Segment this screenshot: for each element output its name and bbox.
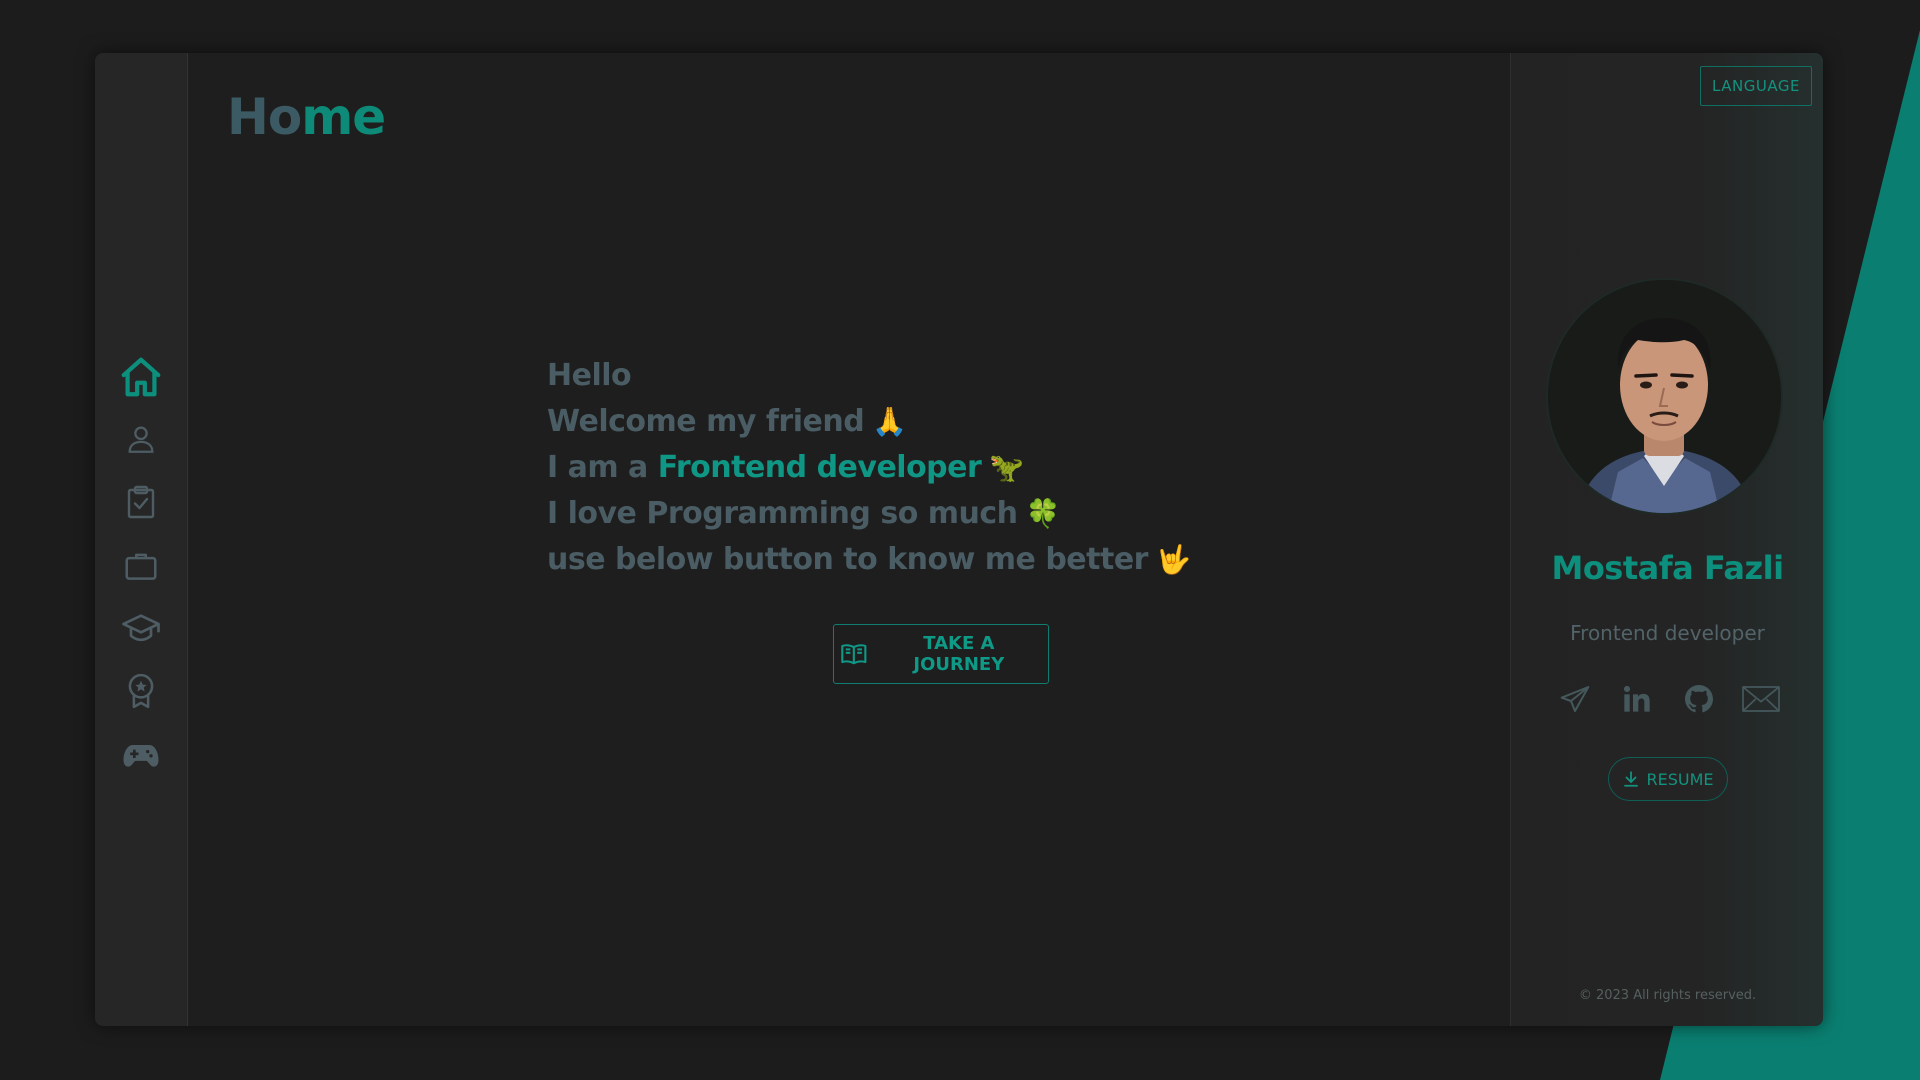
- email-link[interactable]: [1739, 677, 1783, 721]
- intro-line-love: I love Programming so much 🍀: [547, 491, 1307, 537]
- award-icon: [128, 673, 154, 709]
- sidebar: [95, 53, 188, 1026]
- sidebar-item-home[interactable]: [113, 349, 169, 405]
- github-link[interactable]: [1677, 677, 1721, 721]
- profile-panel: LANGUAGE Mostafa Fazli Frontend develope…: [1510, 53, 1823, 1026]
- sidebar-item-about[interactable]: [113, 411, 169, 467]
- home-icon: [121, 357, 161, 397]
- mail-icon: [1742, 686, 1780, 712]
- linkedin-icon: [1623, 685, 1650, 712]
- briefcase-icon: [125, 553, 157, 580]
- sidebar-item-portfolio[interactable]: [113, 538, 169, 594]
- sidebar-item-certificates[interactable]: [113, 663, 169, 719]
- intro-role-prefix: I am a: [547, 450, 648, 485]
- page: Home Hello Welcome my friend 🙏 I am a Fro…: [0, 0, 1920, 1080]
- language-button[interactable]: LANGUAGE: [1700, 66, 1812, 106]
- download-icon: [1624, 771, 1639, 787]
- page-title: Home: [227, 87, 386, 147]
- resume-label: RESUME: [1646, 769, 1714, 789]
- take-a-journey-label: TAKE A JOURNEY: [913, 633, 1005, 675]
- sidebar-item-skills[interactable]: [113, 474, 169, 530]
- intro-hello-text: Hello: [547, 358, 632, 393]
- github-icon: [1685, 685, 1713, 713]
- clipboard-check-icon: [127, 485, 155, 519]
- intro-line-cta: use below button to know me better 🤟: [547, 537, 1307, 583]
- love-you-gesture-emoji: 🤟: [1155, 543, 1191, 576]
- dinosaur-emoji: 🦖: [989, 451, 1024, 484]
- gamepad-icon: [123, 745, 159, 767]
- sidebar-item-education[interactable]: [113, 601, 169, 657]
- sidebar-item-games[interactable]: [113, 727, 169, 783]
- intro-line-hello: Hello: [547, 353, 1307, 399]
- copyright-text: © 2023 All rights reserved.: [1578, 988, 1757, 1003]
- clover-emoji: 🍀: [1025, 497, 1061, 530]
- telegram-link[interactable]: [1553, 677, 1597, 721]
- intro-cta-text: use below button to know me better: [547, 542, 1148, 577]
- resume-download-button[interactable]: RESUME: [1608, 757, 1728, 801]
- profile-name: Mostafa Fazli: [1551, 549, 1784, 587]
- intro-welcome-text: Welcome my friend: [547, 404, 865, 439]
- praying-hands-emoji: 🙏: [872, 405, 907, 438]
- avatar: [1548, 280, 1781, 513]
- linkedin-link[interactable]: [1615, 677, 1659, 721]
- intro-line-role: I am a Frontend developer 🦖: [547, 445, 1307, 491]
- page-title-part-2: me: [301, 88, 386, 146]
- user-icon: [128, 426, 154, 453]
- profile-photo: [1548, 280, 1781, 513]
- intro-love-text: I love Programming so much: [547, 496, 1018, 531]
- telegram-icon: [1560, 686, 1590, 712]
- main-content: Home Hello Welcome my friend 🙏 I am a Fro…: [188, 53, 1510, 1026]
- profile-role: Frontend developer: [1570, 621, 1765, 645]
- intro-line-welcome: Welcome my friend 🙏: [547, 399, 1307, 445]
- page-title-part-1: Ho: [227, 88, 302, 146]
- graduation-cap-icon: [122, 614, 160, 642]
- social-links: [1553, 677, 1783, 721]
- open-book-icon: [841, 644, 867, 665]
- take-a-journey-button[interactable]: TAKE A JOURNEY: [833, 624, 1049, 684]
- intro-role-accent: Frontend developer: [657, 450, 982, 485]
- app-window: Home Hello Welcome my friend 🙏 I am a Fro…: [95, 53, 1823, 1026]
- intro-text: Hello Welcome my friend 🙏 I am a Frontend…: [547, 353, 1307, 583]
